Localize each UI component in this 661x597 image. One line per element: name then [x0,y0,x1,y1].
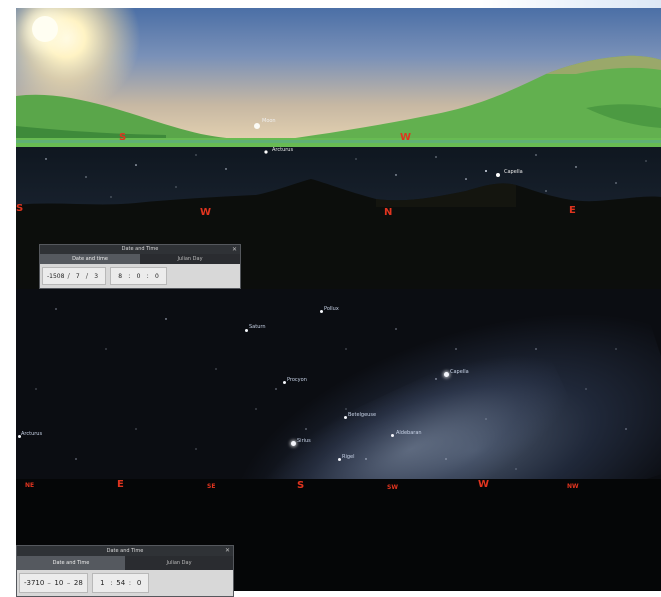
time-fields: 1 : 54 : 0 [92,573,150,593]
time-fields: 8 : 0 : 0 [110,267,167,285]
star-pollux [320,310,323,313]
second-field[interactable]: 0 [134,579,144,587]
cardinal-s: S [297,480,305,491]
dialog-title-bar[interactable]: Date and Time ✕ [17,546,233,556]
dialog-title: Date and Time [121,246,159,252]
star-label-top: Arcturus [272,147,294,153]
day-field[interactable]: 28 [73,579,83,587]
time-separator: : [146,272,149,280]
day-field[interactable]: 3 [91,273,101,280]
star-label-aldebaran: Aldebaran [396,430,422,436]
time-separator: : [128,579,132,587]
second-field[interactable]: 0 [152,273,162,280]
cardinal-e: E [569,205,576,216]
date-separator: / [85,272,89,280]
star-rigel [338,458,341,461]
date-time-dialog: Date and Time ✕ Date and Time Julian Day… [16,545,234,597]
time-separator: : [110,579,113,587]
dialog-title: Date and Time [106,548,144,554]
date-separator: – [47,579,51,587]
month-field[interactable]: 7 [73,273,83,280]
dialog-tabs: Date and Time Julian Day [17,556,233,570]
star-label-pollux: Pollux [324,306,339,312]
date-fields: -3710 – 10 – 28 [19,573,89,593]
hour-field[interactable]: 1 [97,579,107,587]
month-field[interactable]: 10 [54,579,64,587]
date-time-dialog: Date and Time ✕ Date and time Julian Day… [39,244,241,289]
star-label-sirius: Sirius [297,438,311,444]
star-label-capella: Capella [504,169,523,175]
date-fields: -1508 / 7 / 3 [42,267,107,285]
dialog-tabs: Date and time Julian Day [40,254,240,264]
cardinal-n: N [384,207,393,218]
cardinal-nw: NW [567,483,579,490]
star-label-capella: Capella [450,369,469,375]
time-separator: : [128,272,131,280]
star-label-rigel: Rigel [342,454,355,460]
star-sirius [291,441,296,446]
close-icon[interactable]: ✕ [225,546,230,556]
cardinal-ne: NE [25,482,35,489]
tab-julian-day[interactable]: Julian Day [125,556,233,570]
minute-field[interactable]: 0 [134,273,144,280]
cardinal-w: W [478,479,490,490]
cardinal-e: E [117,479,124,490]
cardinal-w: W [400,132,412,143]
date-time-fields: -1508 / 7 / 3 8 : 0 : 0 [40,264,240,288]
star-procyon [283,381,286,384]
star-capella [444,372,449,377]
tab-julian-day[interactable]: Julian Day [140,254,240,264]
year-field[interactable]: -1508 [47,273,64,280]
cardinal-se: SE [207,483,216,490]
cardinal-sw: SW [387,484,398,491]
minute-field[interactable]: 54 [116,579,126,587]
tab-date-time[interactable]: Date and Time [17,556,125,570]
star-label-procyon: Procyon [287,377,307,383]
moon-label: Moon [262,118,276,124]
star-label-betelgeuse: Betelgeuse [348,412,377,418]
cardinal-s: S [119,132,127,143]
cardinal-w: W [200,207,212,218]
daytime-sky-panel: Moon S W [16,8,661,147]
tab-date-time[interactable]: Date and time [40,254,140,264]
star-label-saturn: Saturn [249,324,266,330]
date-separator: – [66,579,71,587]
hour-field[interactable]: 8 [115,273,125,280]
year-field[interactable]: -3710 [24,579,44,587]
star-saturn [245,329,248,332]
dialog-title-bar[interactable]: Date and Time ✕ [40,245,240,254]
cardinal-s: S [16,203,24,214]
star-aldebaran [391,434,394,437]
date-time-fields: -3710 – 10 – 28 1 : 54 : 0 [17,570,233,596]
close-icon[interactable]: ✕ [232,245,237,254]
star-betelgeuse [344,416,347,419]
star-label-arcturus: Arcturus [21,431,43,437]
date-separator: / [67,272,70,280]
daytime-landscape [16,55,661,147]
